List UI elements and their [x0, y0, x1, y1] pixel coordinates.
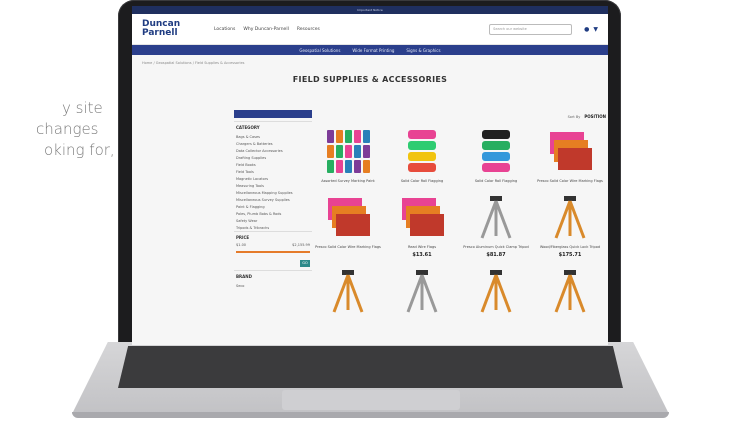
product-card[interactable]: [314, 266, 382, 316]
product-image[interactable]: [472, 266, 520, 316]
marketing-line: oking for,: [44, 141, 115, 159]
category-item[interactable]: Paint & Flagging: [234, 203, 312, 210]
product-image[interactable]: [398, 126, 446, 176]
site-header: Duncan Parnell Locations Why Duncan-Parn…: [132, 14, 608, 45]
category-item[interactable]: Data Collector Accessories: [234, 147, 312, 154]
category-item[interactable]: Field Books: [234, 161, 312, 168]
category-item[interactable]: Safety Wear: [234, 217, 312, 224]
product-name[interactable]: Read Wire Flags: [408, 245, 436, 250]
product-card[interactable]: Assorted Survey Marking Paint: [314, 126, 382, 184]
subnav-item[interactable]: Signs & Graphics: [406, 48, 440, 53]
logo-line: Parnell: [142, 28, 178, 38]
product-image[interactable]: [398, 266, 446, 316]
product-name[interactable]: Solid Color Roll Flagging: [475, 179, 517, 184]
category-item[interactable]: Miscellaneous Survey Supplies: [234, 196, 312, 203]
product-image[interactable]: [324, 192, 372, 242]
product-price: $13.61: [412, 252, 432, 258]
product-card[interactable]: Presco Solid Color Wire Marking Flags: [314, 192, 382, 258]
go-button[interactable]: GO: [300, 260, 310, 267]
category-item[interactable]: Measuring Tools: [234, 182, 312, 189]
sort-label: Sort By: [567, 114, 581, 119]
sub-nav: Geospatial Solutions Wide Format Printin…: [132, 45, 608, 55]
price-go-row: GO: [234, 257, 312, 270]
subnav-item[interactable]: Wide Format Printing: [352, 48, 394, 53]
product-image[interactable]: [472, 192, 520, 242]
price-range: $1.00 $2,155.99: [234, 243, 312, 247]
product-card[interactable]: Wood/Fiberglass Quick Lock Tripod $175.71: [536, 192, 604, 258]
user-icon[interactable]: ●: [584, 26, 589, 33]
category-item[interactable]: Chargers & Batteries: [234, 140, 312, 147]
site-logo[interactable]: Duncan Parnell: [142, 20, 202, 38]
category-item[interactable]: Magnetic Locators: [234, 175, 312, 182]
brand-title[interactable]: BRAND: [234, 270, 312, 282]
product-image[interactable]: [472, 126, 520, 176]
search-input[interactable]: Search our website: [489, 23, 573, 35]
product-card[interactable]: Solid Color Roll Flagging: [462, 126, 530, 184]
product-card[interactable]: Solid Color Roll Flagging: [388, 126, 456, 184]
category-item[interactable]: Bags & Cases: [234, 133, 312, 140]
product-card[interactable]: Presco Solid Color Wire Marking Flags: [536, 126, 604, 184]
category-item[interactable]: Field Tools: [234, 168, 312, 175]
filter-sidebar: CATEGORY Bags & Cases Chargers & Batterie…: [234, 110, 312, 289]
sidebar-header: [234, 110, 312, 118]
notice-bar: Important Notice: [132, 6, 608, 14]
laptop-base-edge: [72, 412, 669, 418]
product-image[interactable]: [546, 192, 594, 242]
product-name[interactable]: Assorted Survey Marking Paint: [321, 179, 375, 184]
product-name[interactable]: Presco Solid Color Wire Marking Flags: [537, 179, 603, 184]
breadcrumb[interactable]: Home / Geospatial Solutions / Field Supp…: [132, 55, 608, 69]
marketing-text: y site changes oking for,: [0, 98, 120, 161]
main-nav: Locations Why Duncan-Parnell Resources: [214, 27, 320, 32]
cart-icon[interactable]: ▼: [593, 26, 598, 33]
sort-toolbar: Sort By POSITION: [316, 114, 606, 119]
product-card[interactable]: Read Wire Flags $13.61: [388, 192, 456, 258]
nav-item-locations[interactable]: Locations: [214, 27, 235, 32]
notice-text[interactable]: Important Notice: [357, 8, 382, 12]
category-item[interactable]: Drafting Supplies: [234, 154, 312, 161]
brand-item[interactable]: Seco: [234, 282, 312, 289]
product-image[interactable]: [546, 266, 594, 316]
product-price: $175.71: [558, 252, 582, 258]
laptop-keyboard: [118, 346, 623, 388]
page-title: FIELD SUPPLIES & ACCESSORIES: [292, 75, 448, 84]
marketing-line: changes: [36, 120, 99, 138]
product-card[interactable]: Presco Aluminum Quick Clamp Tripod $81.87: [462, 192, 530, 258]
product-image[interactable]: [324, 266, 372, 316]
subnav-item[interactable]: Geospatial Solutions: [299, 48, 340, 53]
product-image[interactable]: [546, 126, 594, 176]
price-title[interactable]: PRICE: [234, 231, 312, 243]
product-image[interactable]: [324, 126, 372, 176]
category-item[interactable]: Tripods & Tribrachs: [234, 224, 312, 231]
nav-item-resources[interactable]: Resources: [297, 27, 320, 32]
laptop-screen: Important Notice Duncan Parnell Location…: [132, 6, 608, 345]
product-grid: Assorted Survey Marking Paint Solid Color…: [314, 126, 604, 316]
laptop-trackpad: [282, 390, 460, 410]
price-slider[interactable]: [236, 251, 310, 253]
header-icons: ● ▼: [584, 26, 598, 33]
product-card[interactable]: [388, 266, 456, 316]
nav-item-why[interactable]: Why Duncan-Parnell: [243, 27, 288, 32]
price-max: $2,155.99: [292, 243, 310, 247]
sort-select[interactable]: POSITION: [584, 114, 606, 119]
product-card[interactable]: [536, 266, 604, 316]
product-name[interactable]: Solid Color Roll Flagging: [401, 179, 443, 184]
category-item[interactable]: Miscellaneous Mapping Supplies: [234, 189, 312, 196]
product-name[interactable]: Presco Solid Color Wire Marking Flags: [315, 245, 381, 250]
product-card[interactable]: [462, 266, 530, 316]
category-item[interactable]: Poles, Plumb Bobs & Rods: [234, 210, 312, 217]
price-min: $1.00: [236, 243, 247, 247]
category-title[interactable]: CATEGORY: [234, 121, 312, 133]
marketing-line: y site: [62, 99, 103, 117]
product-name[interactable]: Wood/Fiberglass Quick Lock Tripod: [540, 245, 600, 250]
product-name[interactable]: Presco Aluminum Quick Clamp Tripod: [463, 245, 528, 250]
product-price: $81.87: [486, 252, 506, 258]
category-list: Bags & Cases Chargers & Batteries Data Col…: [234, 133, 312, 231]
product-image[interactable]: [398, 192, 446, 242]
